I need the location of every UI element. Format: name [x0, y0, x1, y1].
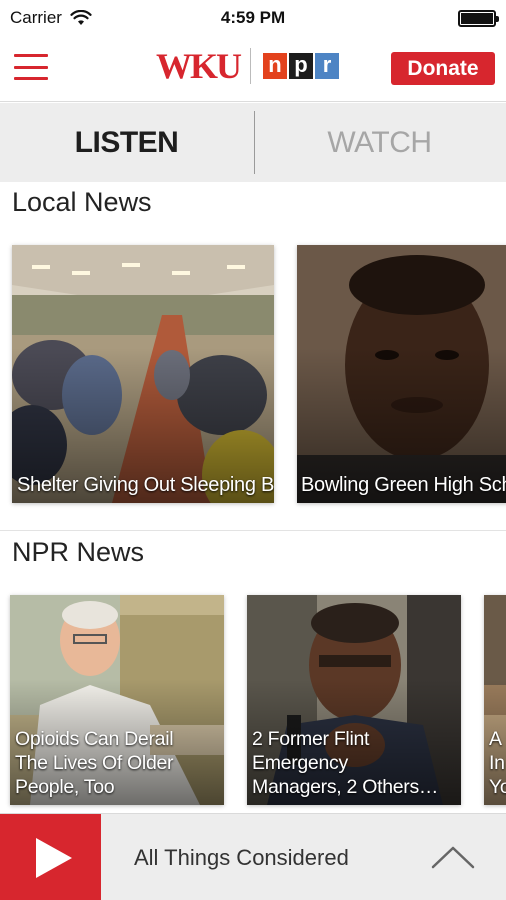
npr-logo-n: n	[263, 53, 287, 79]
news-card-caption: A In Yo	[489, 728, 506, 798]
news-card-flint[interactable]: 2 Former Flint Emergency Managers, 2 Oth…	[247, 595, 461, 805]
audio-player-bar: All Things Considered	[0, 813, 506, 900]
local-news-heading: Local News	[12, 187, 152, 217]
status-bar: Carrier 4:59 PM	[0, 0, 506, 36]
menu-icon-bar	[14, 54, 48, 57]
section-divider	[0, 530, 506, 531]
wku-logo: WKU	[156, 46, 242, 86]
logo-divider	[250, 48, 251, 84]
news-card-opioids[interactable]: Opioids Can Derail The Lives Of Older Pe…	[10, 595, 224, 805]
play-button[interactable]	[0, 814, 101, 900]
menu-icon-bar	[14, 77, 48, 80]
npr-logo-r: r	[315, 53, 339, 79]
tab-divider	[254, 111, 255, 174]
menu-icon-bar	[14, 65, 48, 69]
app-header: WKU n p r Donate	[0, 36, 506, 102]
npr-news-heading: NPR News	[12, 537, 145, 567]
news-card-caption: Opioids Can Derail The Lives Of Older Pe…	[15, 728, 174, 798]
donate-button[interactable]: Donate	[391, 52, 495, 85]
status-time: 4:59 PM	[220, 8, 286, 27]
news-card-bowling-green[interactable]: Bowling Green High School Employee Facin…	[297, 245, 506, 503]
station-logo: WKU n p r	[156, 48, 339, 84]
menu-button[interactable]	[14, 54, 48, 80]
news-card-partial[interactable]: A In Yo	[484, 595, 506, 805]
news-card-caption: 2 Former Flint Emergency Managers, 2 Oth…	[252, 728, 439, 798]
listen-watch-tabs: LISTEN WATCH	[0, 103, 506, 182]
tab-listen[interactable]: LISTEN	[0, 103, 253, 182]
news-card-caption: Shelter Giving Out Sleeping Bag Jackets …	[17, 474, 274, 496]
now-playing-title: All Things Considered	[134, 845, 349, 870]
tab-watch[interactable]: WATCH	[253, 103, 506, 182]
news-card-caption: Bowling Green High School Employee Facin…	[301, 474, 506, 496]
npr-logo: n p r	[263, 53, 339, 79]
play-icon	[35, 837, 72, 878]
news-card-shelter[interactable]: Shelter Giving Out Sleeping Bag Jackets …	[12, 245, 274, 503]
chevron-up-icon[interactable]	[430, 842, 476, 872]
npr-logo-p: p	[289, 53, 313, 79]
battery-icon	[458, 9, 499, 27]
